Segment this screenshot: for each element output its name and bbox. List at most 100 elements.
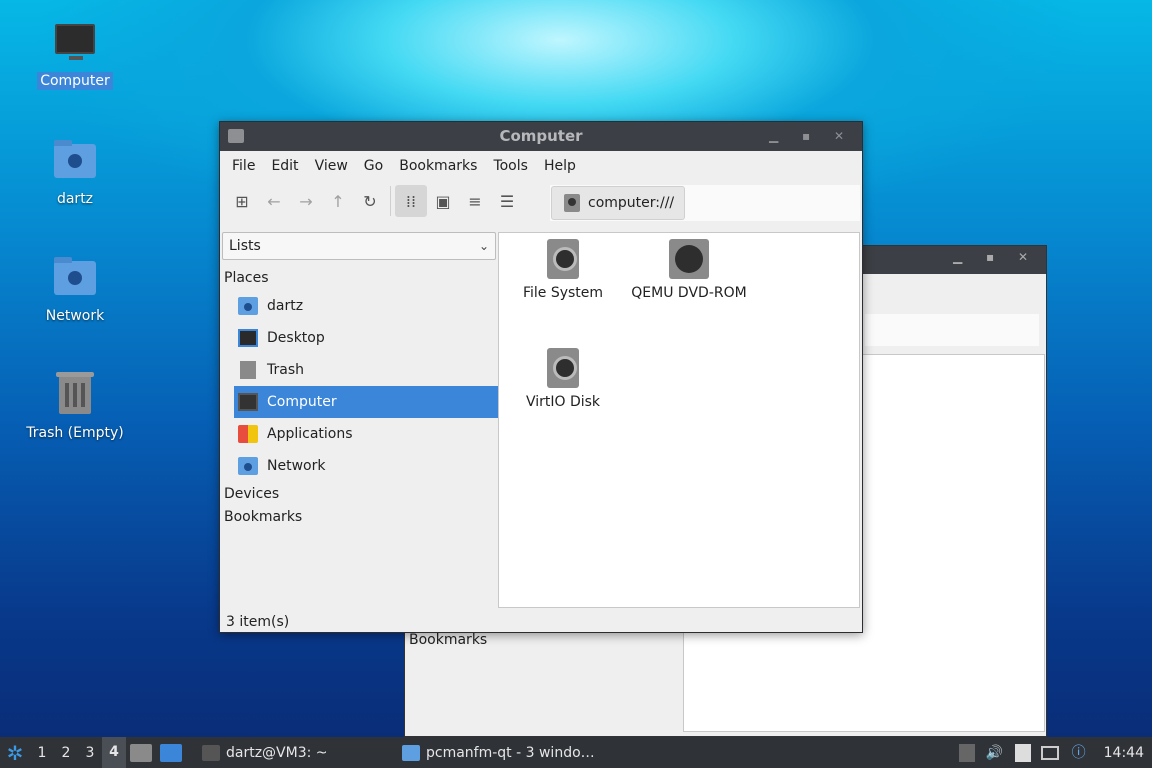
sidebar-item-label: Network bbox=[267, 458, 326, 474]
path-crumb-computer[interactable]: computer:/// bbox=[551, 186, 686, 220]
sidebar-item-computer[interactable]: Computer bbox=[234, 386, 498, 418]
show-desktop-icon[interactable] bbox=[160, 743, 182, 762]
sidebar-item-label: dartz bbox=[267, 298, 304, 314]
background-path-bar bbox=[865, 314, 1039, 346]
drive-harddisk-icon bbox=[547, 348, 579, 388]
network-folder-icon bbox=[238, 457, 258, 475]
back-icon: ← bbox=[267, 191, 281, 211]
drive-optical-icon bbox=[669, 239, 709, 279]
places-header[interactable]: Places bbox=[224, 270, 269, 286]
start-menu-button[interactable]: ✲ bbox=[0, 737, 30, 768]
trash-icon bbox=[240, 361, 256, 379]
volume-icon[interactable]: 🔊 bbox=[985, 744, 1005, 762]
compact-view-icon: ≡ bbox=[468, 191, 482, 211]
path-bar: computer:/// bbox=[550, 185, 860, 221]
window-title: Computer bbox=[499, 127, 583, 145]
desktop-icon-label: dartz bbox=[56, 191, 94, 207]
toolbar: ⊞ ← → ↑ ↻ ⁞⁞ ▣ ≡ ☰ computer:/// bbox=[220, 181, 862, 221]
update-notifier-icon[interactable]: ⓘ bbox=[1069, 744, 1089, 762]
new-tab-button[interactable]: ⊞ bbox=[226, 185, 258, 217]
window-controls[interactable]: ▁ ▪ ✕ bbox=[769, 122, 854, 151]
menu-help[interactable]: Help bbox=[536, 158, 584, 174]
sidebar-item-label: Computer bbox=[267, 394, 337, 410]
network-status-icon[interactable] bbox=[1040, 745, 1059, 760]
desktop-icon-computer[interactable]: Computer bbox=[20, 22, 130, 90]
sidebar-item-desktop[interactable]: Desktop bbox=[234, 322, 498, 354]
sidebar-item-dartz[interactable]: dartz bbox=[234, 290, 498, 322]
desktop-icon-label: Trash (Empty) bbox=[26, 425, 124, 441]
menu-go[interactable]: Go bbox=[356, 158, 391, 174]
computer-icon bbox=[238, 393, 258, 411]
menu-tools[interactable]: Tools bbox=[485, 158, 536, 174]
thumbnail-view-button[interactable]: ▣ bbox=[427, 185, 459, 217]
file-item-label: VirtIO Disk bbox=[525, 394, 601, 410]
desktop-icon-label: Computer bbox=[37, 72, 113, 90]
task-label: dartz@VM3: ~ bbox=[226, 744, 328, 761]
drive-harddisk-icon bbox=[547, 239, 579, 279]
devices-header[interactable]: Devices bbox=[224, 486, 279, 502]
task-pcmanfm[interactable]: pcmanfm-qt - 3 windo… bbox=[394, 737, 603, 768]
file-item-file-system[interactable]: File System bbox=[513, 239, 613, 301]
desktop-icon-network[interactable]: Network bbox=[20, 257, 130, 325]
system-tray: 🔊 ⓘ 14:44 bbox=[954, 737, 1152, 768]
folder-icon bbox=[228, 129, 244, 143]
quicklaunch-file-manager-icon[interactable] bbox=[130, 743, 152, 762]
sidebar-item-label: Desktop bbox=[267, 330, 325, 346]
applications-icon bbox=[238, 425, 258, 443]
folder-icon bbox=[402, 744, 420, 761]
bookmarks-header[interactable]: Bookmarks bbox=[224, 509, 302, 525]
file-view[interactable]: File System QEMU DVD-ROM VirtIO Disk bbox=[498, 232, 860, 608]
workspace-2[interactable]: 2 bbox=[54, 745, 78, 761]
menu-edit[interactable]: Edit bbox=[263, 158, 306, 174]
new-tab-icon: ⊞ bbox=[235, 191, 249, 211]
toolbar-separator bbox=[390, 186, 391, 216]
desktop-icon bbox=[238, 329, 258, 347]
file-item-virtio-disk[interactable]: VirtIO Disk bbox=[513, 348, 613, 410]
workspace-4[interactable]: 4 bbox=[102, 737, 126, 768]
workspace-3[interactable]: 3 bbox=[78, 745, 102, 761]
tray-up-icon[interactable] bbox=[958, 743, 975, 762]
menu-bar: File Edit View Go Bookmarks Tools Help bbox=[220, 151, 862, 181]
taskbar: ✲ 1 2 3 4 dartz@VM3: ~ pcmanfm-qt - 3 wi… bbox=[0, 737, 1152, 768]
window-titlebar[interactable]: Computer ▁ ▪ ✕ bbox=[220, 122, 862, 151]
detailed-list-icon: ☰ bbox=[499, 191, 515, 211]
desktop-icon-home[interactable]: dartz bbox=[20, 140, 130, 208]
sidebar-item-trash[interactable]: Trash bbox=[234, 354, 498, 386]
thumbnail-view-icon: ▣ bbox=[435, 191, 451, 211]
desktop-icon-label: Network bbox=[45, 308, 105, 324]
network-folder-icon bbox=[51, 257, 99, 301]
computer-icon bbox=[51, 22, 99, 66]
clipboard-icon[interactable] bbox=[1014, 743, 1031, 762]
clock[interactable]: 14:44 bbox=[1094, 745, 1152, 761]
workspace-1[interactable]: 1 bbox=[30, 745, 54, 761]
menu-view[interactable]: View bbox=[307, 158, 356, 174]
compact-view-button[interactable]: ≡ bbox=[459, 185, 491, 217]
detailed-list-button[interactable]: ☰ bbox=[491, 185, 523, 217]
sidebar-item-applications[interactable]: Applications bbox=[234, 418, 498, 450]
side-pane-mode-value: Lists bbox=[229, 238, 261, 254]
path-text: computer:/// bbox=[588, 195, 675, 211]
file-manager-window[interactable]: Computer ▁ ▪ ✕ File Edit View Go Bookmar… bbox=[219, 121, 863, 633]
terminal-icon bbox=[202, 744, 220, 761]
up-button[interactable]: ↑ bbox=[322, 185, 354, 217]
back-button[interactable]: ← bbox=[258, 185, 290, 217]
side-pane: Lists ⌄ Places dartz Desktop Trash Compu… bbox=[222, 232, 498, 607]
side-pane-mode-select[interactable]: Lists ⌄ bbox=[222, 232, 496, 260]
home-folder-icon bbox=[238, 297, 258, 315]
desktop-icon-trash[interactable]: Trash (Empty) bbox=[20, 372, 130, 442]
file-item-qemu-dvd-rom[interactable]: QEMU DVD-ROM bbox=[623, 239, 755, 301]
reload-button[interactable]: ↻ bbox=[354, 185, 386, 217]
file-item-label: File System bbox=[522, 285, 604, 301]
trash-icon bbox=[51, 372, 99, 418]
icon-view-button[interactable]: ⁞⁞ bbox=[395, 185, 427, 217]
sidebar-item-network[interactable]: Network bbox=[234, 450, 498, 482]
menu-file[interactable]: File bbox=[224, 158, 263, 174]
home-folder-icon bbox=[51, 140, 99, 184]
icon-view-icon: ⁞⁞ bbox=[405, 191, 417, 211]
forward-button[interactable]: → bbox=[290, 185, 322, 217]
menu-bookmarks[interactable]: Bookmarks bbox=[391, 158, 485, 174]
lxqt-logo-icon: ✲ bbox=[6, 740, 24, 765]
window-controls[interactable]: ▁ ▪ ✕ bbox=[953, 250, 1038, 264]
up-icon: ↑ bbox=[331, 191, 345, 211]
task-terminal[interactable]: dartz@VM3: ~ bbox=[194, 737, 394, 768]
